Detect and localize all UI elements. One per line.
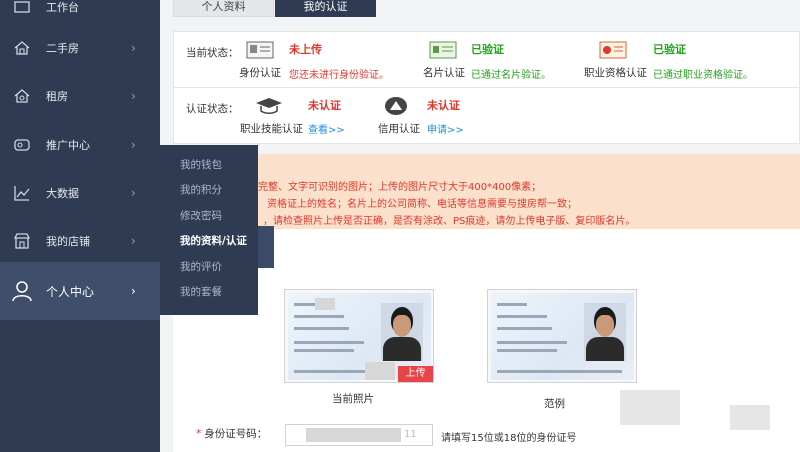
chevron-right-icon: › xyxy=(131,89,136,103)
submenu-packages[interactable]: 我的套餐 xyxy=(180,284,222,299)
sidebar-item-rent[interactable]: 租房 › xyxy=(0,73,160,119)
example-photo xyxy=(487,289,637,383)
user-icon xyxy=(11,280,33,302)
cert-identity-hint: 您还未进行身份验证。 xyxy=(289,70,389,81)
auth-status-label: 认证状态： xyxy=(186,103,239,115)
current-status-panel: 当前状态： 身份认证 未上传 您还未进行身份验证。 名片认证 已验证 已通过名片… xyxy=(173,31,800,88)
personal-center-submenu: 我的钱包 我的积分 修改密码 我的资料/认证 我的评价 我的套餐 xyxy=(160,145,258,315)
cert-skill-status: 未认证 xyxy=(308,99,341,112)
store-icon xyxy=(13,232,31,250)
cert-professional-name: 职业资格认证 xyxy=(584,67,647,79)
notice-line-3: ，请检查照片上传是否正确，是否有涂改、PS痕迹，请勿上传电子版、复印版名片。 xyxy=(263,216,636,227)
cert-professional: 职业资格认证 已验证 已通过职业资格验证。 xyxy=(584,32,794,88)
cert-business-card-hint: 已通过名片验证。 xyxy=(471,70,551,81)
credit-logo-icon xyxy=(384,96,408,119)
tab-verification[interactable]: 我的认证 xyxy=(275,0,376,17)
submenu-wallet[interactable]: 我的钱包 xyxy=(180,157,222,172)
submenu-change-password[interactable]: 修改密码 xyxy=(180,208,222,223)
current-status-label: 当前状态： xyxy=(186,47,239,59)
example-photo-caption: 范例 xyxy=(544,398,565,410)
promotion-icon xyxy=(13,136,31,154)
tab-profile[interactable]: 个人资料 xyxy=(173,0,274,17)
current-photo[interactable]: 上传 xyxy=(284,289,434,383)
cert-identity: 身份认证 未上传 您还未进行身份验证。 xyxy=(234,32,404,88)
notice-line-2: 资格证上的姓名；名片上的公司简称、电话等信息需要与搜房帮一致； xyxy=(267,199,577,210)
id-number-tip: 请填写15位或18位的身份证号 xyxy=(441,433,577,444)
sidebar-item-second-hand[interactable]: 二手房 › xyxy=(0,25,160,71)
current-photo-caption: 当前照片 xyxy=(332,393,374,405)
cert-credit: 信用认证 未认证 申请>> xyxy=(374,88,534,144)
notice-line-1: 完整、文字可识别的图片；上传的图片尺寸大于400*400像素； xyxy=(258,182,542,193)
id-card-example-image xyxy=(491,293,634,380)
house-icon xyxy=(13,39,31,57)
submenu-points[interactable]: 我的积分 xyxy=(180,182,222,197)
upload-notice: 完整、文字可识别的图片；上传的图片尺寸大于400*400像素； 资格证上的姓名；… xyxy=(173,154,800,229)
auth-status-panel: 认证状态： 职业技能认证 未认证 查看>> 信用认证 未认证 申请>> xyxy=(173,87,800,144)
business-card-icon xyxy=(429,41,457,62)
submenu-reviews[interactable]: 我的评价 xyxy=(180,259,222,274)
cert-business-card-status: 已验证 xyxy=(471,43,504,56)
chevron-right-icon: › xyxy=(131,41,136,55)
cert-business-card-name: 名片认证 xyxy=(423,67,465,79)
sidebar-item-my-store[interactable]: 我的店铺 › xyxy=(0,218,160,264)
cert-identity-status: 未上传 xyxy=(289,43,322,56)
cert-skill-view-link[interactable]: 查看>> xyxy=(308,121,345,136)
chevron-right-icon: › xyxy=(131,234,136,248)
cert-skill-name: 职业技能认证 xyxy=(240,123,303,135)
id-card-icon xyxy=(246,41,274,62)
sidebar-item-personal-center[interactable]: 个人中心 › xyxy=(0,262,160,320)
graduation-cap-icon xyxy=(254,96,284,119)
chevron-right-icon: › xyxy=(131,284,136,298)
blurred-region xyxy=(620,390,680,425)
cert-professional-status: 已验证 xyxy=(653,43,686,56)
desk-icon xyxy=(13,0,31,16)
upload-button[interactable]: 上传 xyxy=(398,366,433,382)
cert-professional-hint: 已通过职业资格验证。 xyxy=(653,70,753,81)
chevron-right-icon: › xyxy=(131,186,136,200)
sidebar: 工作台 二手房 › 租房 › 推广中心 › 大数据 › 我的店铺 › 个人中心 … xyxy=(0,0,160,452)
cert-business-card: 名片认证 已验证 已通过名片验证。 xyxy=(419,32,589,88)
chart-icon xyxy=(13,184,31,202)
id-number-input[interactable]: 11 xyxy=(285,424,433,446)
id-number-label: * 身份证号码： xyxy=(196,428,268,440)
blurred-region xyxy=(730,405,770,430)
certificate-icon xyxy=(599,41,627,62)
sidebar-item-big-data[interactable]: 大数据 › xyxy=(0,170,160,216)
cert-credit-apply-link[interactable]: 申请>> xyxy=(427,121,464,136)
cert-credit-name: 信用认证 xyxy=(378,123,420,135)
sidebar-item-promotion[interactable]: 推广中心 › xyxy=(0,122,160,168)
cert-credit-status: 未认证 xyxy=(427,99,460,112)
cert-identity-name: 身份认证 xyxy=(239,67,281,79)
rent-icon xyxy=(13,87,31,105)
chevron-right-icon: › xyxy=(131,138,136,152)
submenu-profile-verification[interactable]: 我的资料/认证 xyxy=(180,233,247,248)
cert-skill: 职业技能认证 未认证 查看>> xyxy=(234,88,394,144)
